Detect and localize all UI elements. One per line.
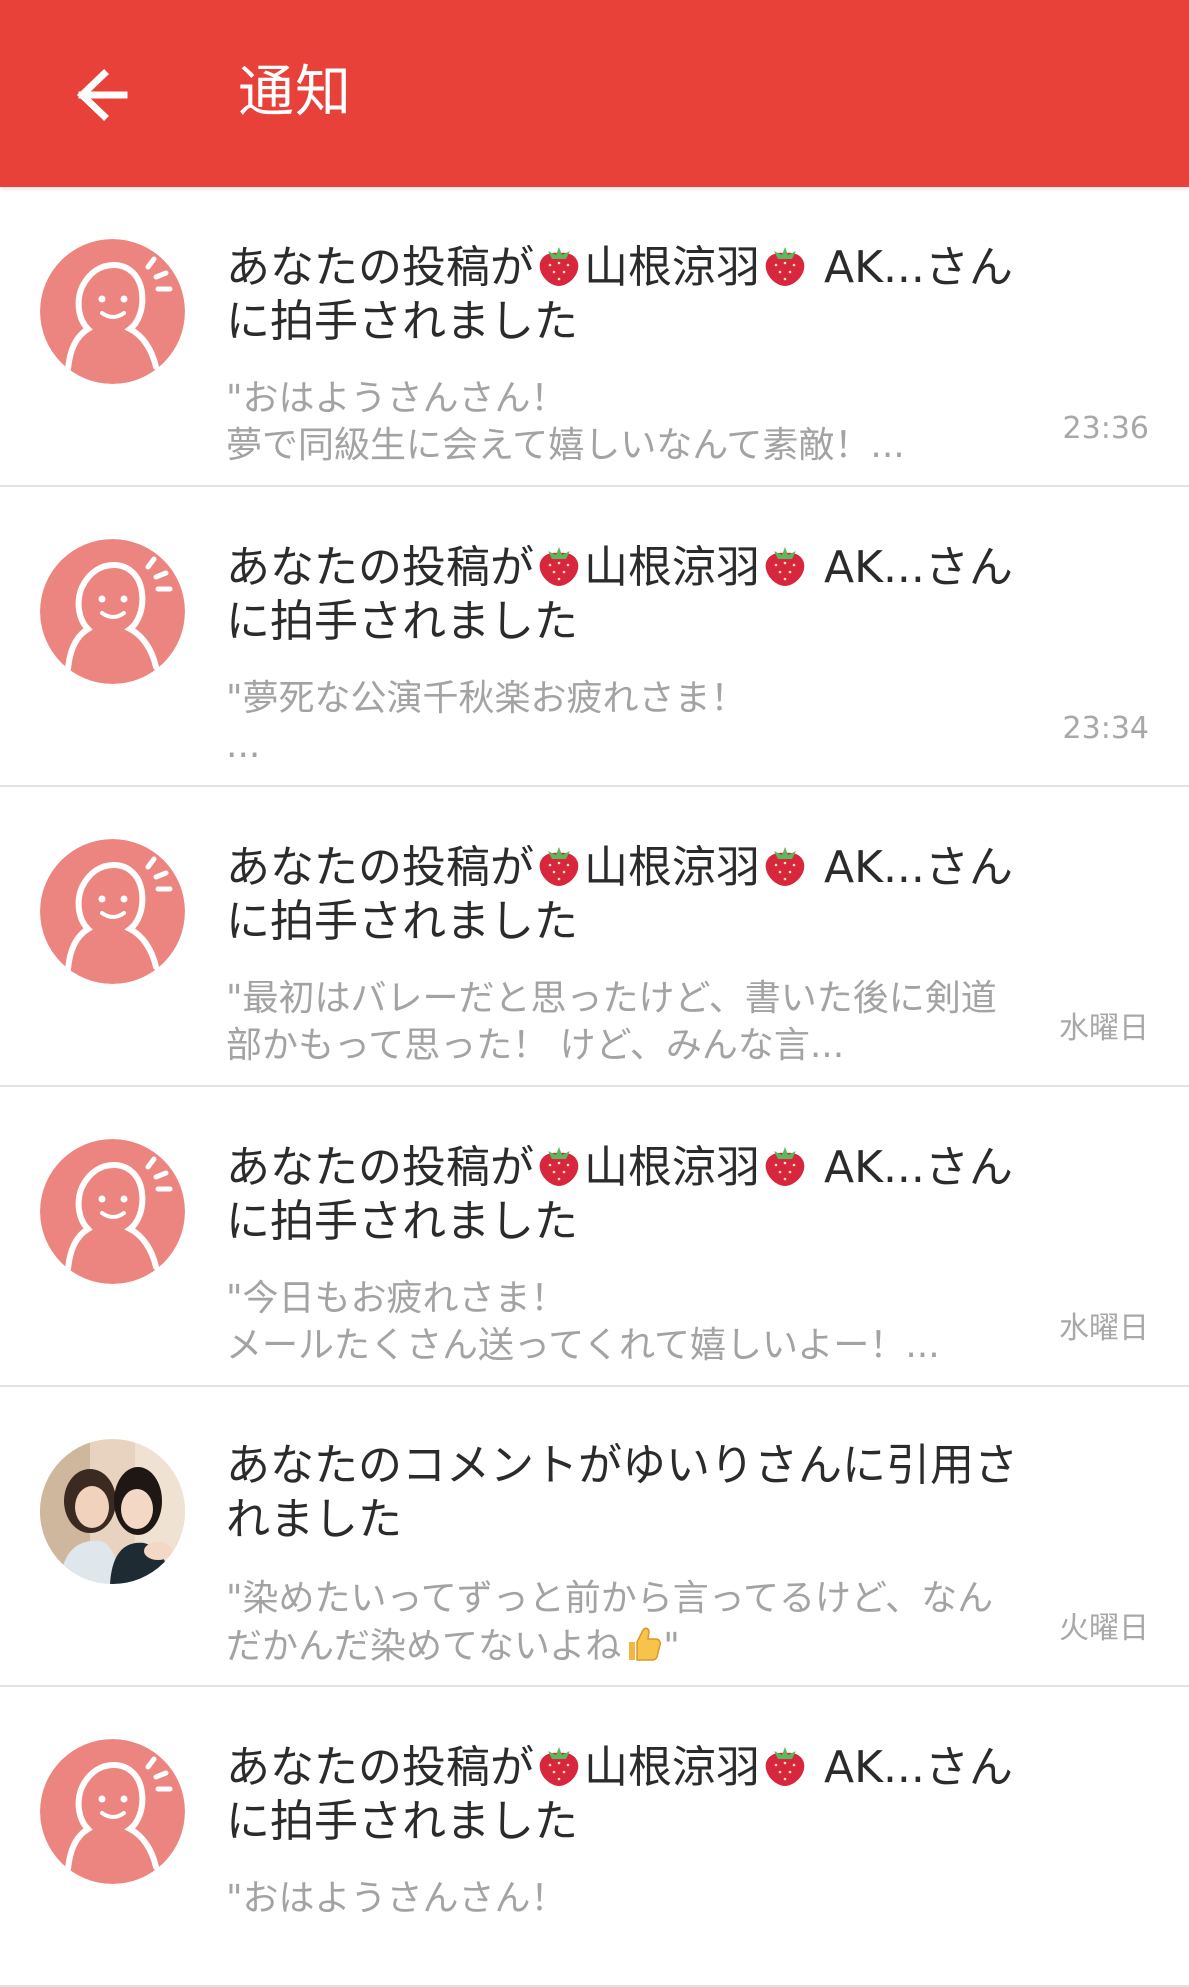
page-title: 通知 <box>238 60 352 125</box>
strawberry-icon <box>534 239 584 289</box>
strawberry-icon <box>760 239 810 289</box>
notification-body: "今日もお疲れさま！ メールたくさん送ってくれて嬉しいよー！... <box>226 1278 940 1366</box>
notification-body: "おはようさんさん！ <box>226 1878 567 1919</box>
app-bar: 通知 <box>0 0 1189 187</box>
notification-item[interactable]: あなたのコメントがゆいりさんに引用されました "染めたいってずっと前から言ってる… <box>0 1387 1189 1687</box>
notification-title: あなたのコメントがゆいりさんに引用されました <box>226 1440 1018 1545</box>
notification-body: "染めたいってずっと前から言ってるけど、なんだかんだ染めてないよね " <box>226 1578 994 1667</box>
notification-item[interactable]: あなたの投稿が 山根涼羽 AK...さんに拍手されました "夢死な公演千秋楽お疲れ… <box>0 487 1189 787</box>
thumbs-up-icon <box>621 1622 663 1664</box>
strawberry-icon <box>760 539 810 589</box>
strawberry-icon <box>534 539 584 589</box>
default-avatar-icon <box>40 1739 185 1884</box>
default-avatar-icon <box>40 1139 185 1284</box>
notification-item[interactable]: あなたの投稿が 山根涼羽 AK...さんに拍手されました "今日もお疲れさま！ メ… <box>0 1087 1189 1387</box>
strawberry-icon <box>760 839 810 889</box>
notification-title: あなたの投稿が 山根涼羽 AK...さんに拍手されました <box>226 539 1026 649</box>
default-avatar-icon <box>40 239 185 384</box>
notification-title: あなたの投稿が 山根涼羽 AK...さんに拍手されました <box>226 1739 1026 1849</box>
arrow-left-icon <box>76 69 128 121</box>
strawberry-icon <box>534 1739 584 1789</box>
notification-item[interactable]: あなたの投稿が 山根涼羽 AK...さんに拍手されました "おはようさんさん！ <box>0 1687 1189 1987</box>
back-button[interactable] <box>52 50 142 140</box>
default-avatar-icon <box>40 839 185 984</box>
notification-title: あなたの投稿が 山根涼羽 AK...さんに拍手されました <box>226 239 1026 349</box>
notification-body: "夢死な公演千秋楽お疲れさま！ ... <box>226 678 747 766</box>
notification-list: あなたの投稿が 山根涼羽 AK...さんに拍手されました "おはようさんさん！ 夢… <box>0 187 1189 1987</box>
strawberry-icon <box>760 1139 810 1189</box>
default-avatar-icon <box>40 539 185 684</box>
notification-item[interactable]: あなたの投稿が 山根涼羽 AK...さんに拍手されました "最初はバレーだと思った… <box>0 787 1189 1087</box>
notification-item[interactable]: あなたの投稿が 山根涼羽 AK...さんに拍手されました "おはようさんさん！ 夢… <box>0 187 1189 487</box>
strawberry-icon <box>760 1739 810 1789</box>
notification-time: 23:34 <box>1062 711 1149 746</box>
notification-body: "おはようさんさん！ 夢で同級生に会えて嬉しいなんて素敵！... <box>226 378 905 466</box>
notification-title: あなたの投稿が 山根涼羽 AK...さんに拍手されました <box>226 1139 1026 1249</box>
notification-title: あなたの投稿が 山根涼羽 AK...さんに拍手されました <box>226 839 1026 949</box>
photo-avatar <box>40 1439 185 1584</box>
notification-time: 火曜日 <box>1059 1611 1149 1646</box>
notification-time: 水曜日 <box>1059 1011 1149 1046</box>
notification-body: "最初はバレーだと思ったけど、書いた後に剣道部かもって思った！ けど、みんな言.… <box>226 978 997 1066</box>
notification-time: 23:36 <box>1062 411 1149 446</box>
notification-time: 水曜日 <box>1059 1311 1149 1346</box>
strawberry-icon <box>534 839 584 889</box>
strawberry-icon <box>534 1139 584 1189</box>
